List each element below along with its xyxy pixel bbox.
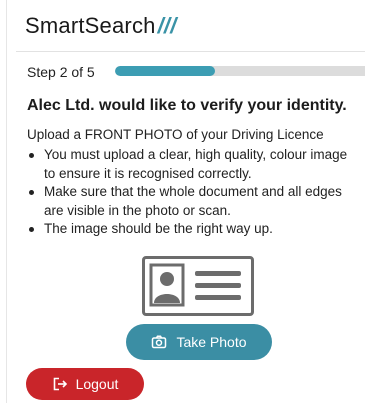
step-indicator: Step 2 of 5	[27, 64, 95, 80]
progress-bar	[115, 66, 365, 76]
text-line	[195, 283, 241, 288]
page-title: Alec Ltd. would like to verify your iden…	[27, 97, 347, 114]
camera-icon	[151, 334, 167, 350]
driving-licence-icon	[142, 256, 254, 316]
instruction-item: Make sure that the whole document and al…	[27, 183, 359, 220]
instructions-intro: Upload a FRONT PHOTO of your Driving Lic…	[27, 127, 324, 142]
instruction-item: You must upload a clear, high quality, c…	[27, 146, 359, 183]
take-photo-button[interactable]: Take Photo	[126, 324, 272, 360]
text-line	[195, 271, 241, 276]
person-head	[160, 272, 174, 286]
take-photo-label: Take Photo	[176, 334, 247, 350]
logout-icon	[52, 376, 68, 392]
logout-label: Logout	[75, 376, 119, 392]
header-divider	[16, 51, 365, 52]
brand-logo: SmartSearch///	[25, 13, 177, 39]
text-line	[195, 295, 241, 300]
verification-page: SmartSearch/// Step 2 of 5 Alec Ltd. wou…	[0, 0, 365, 403]
progress-bar-fill	[115, 66, 215, 76]
logout-button[interactable]: Logout	[26, 368, 144, 400]
brand-mark: ///	[157, 13, 177, 38]
instruction-item: The image should be the right way up.	[27, 220, 359, 239]
id-card-graphic	[149, 263, 241, 307]
brand-name: SmartSearch	[25, 13, 156, 38]
instructions-list: You must upload a clear, high quality, c…	[27, 146, 359, 239]
